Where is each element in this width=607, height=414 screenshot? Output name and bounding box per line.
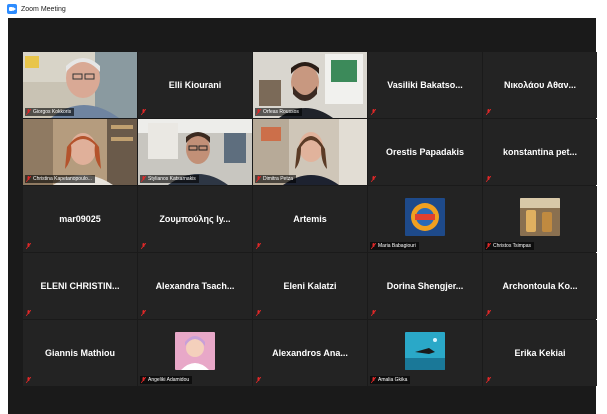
participant-tile[interactable]: Ζουμπούλης Iy...: [138, 186, 252, 252]
participant-tile[interactable]: Artemis: [253, 186, 367, 252]
participant-tile[interactable]: Elli Kiourani: [138, 52, 252, 118]
mic-muted-icon: [371, 377, 376, 383]
participant-name: Alexandros Ana...: [272, 348, 348, 358]
participant-name: Archontoula Ko...: [502, 281, 578, 291]
profile-picture: [175, 332, 215, 370]
mic-muted-icon: [256, 377, 261, 383]
participant-name-label: Angeliki Adamidou: [140, 376, 193, 384]
participant-name: Alexandra Tsach...: [155, 281, 235, 291]
participant-tile[interactable]: Maria Babagiouri: [368, 186, 482, 252]
participant-name: Vasiliki Bakatso...: [387, 80, 463, 90]
mic-muted-icon: [256, 176, 261, 182]
mic-muted-icon: [486, 310, 491, 316]
participant-tile[interactable]: ELENI CHRISTIN...: [23, 253, 137, 319]
participant-name: Giannis Mathiou: [44, 348, 115, 358]
participant-tile[interactable]: Vasiliki Bakatso...: [368, 52, 482, 118]
participant-name-label: Giorgos Kokkoris: [25, 108, 75, 116]
participant-tile[interactable]: mar09025: [23, 186, 137, 252]
mic-muted-icon: [141, 310, 146, 316]
profile-picture: [405, 198, 445, 236]
mic-muted-icon: [141, 377, 146, 383]
mic-muted-icon: [486, 377, 491, 383]
participant-name-label: Maria Babagiouri: [370, 242, 419, 250]
mic-muted-icon: [141, 243, 146, 249]
participant-tile[interactable]: Amalia Gkika: [368, 320, 482, 386]
participant-name: Erika Kekiai: [514, 348, 566, 358]
participant-tile[interactable]: Νικολάου Αθαν...: [483, 52, 597, 118]
meeting-stage: Giorgos Kokkoris Elli Kiourani Orfeas Ro…: [8, 18, 597, 414]
participant-tile[interactable]: Christina Kapetanopoulo...: [23, 119, 137, 185]
participant-tile[interactable]: Stylianos Katsarnakis: [138, 119, 252, 185]
participant-name: konstantina pet...: [502, 147, 577, 157]
mic-muted-icon: [256, 243, 261, 249]
participant-name: Ζουμπούλης Iy...: [159, 214, 231, 224]
participant-tile[interactable]: konstantina pet...: [483, 119, 597, 185]
participant-tile[interactable]: Orestis Papadakis: [368, 119, 482, 185]
participant-tile[interactable]: Archontoula Ko...: [483, 253, 597, 319]
participant-name: Dorina Shengjer...: [386, 281, 464, 291]
participant-name: ELENI CHRISTIN...: [40, 281, 120, 291]
mic-muted-icon: [26, 377, 31, 383]
participant-tile[interactable]: Dorina Shengjer...: [368, 253, 482, 319]
participant-name-label: Christina Kapetanopoulo...: [25, 175, 95, 183]
window-titlebar: Zoom Meeting: [0, 0, 607, 18]
mic-muted-icon: [486, 176, 491, 182]
participant-name: mar09025: [59, 214, 101, 224]
mic-muted-icon: [26, 310, 31, 316]
zoom-app-icon: [7, 4, 17, 14]
participant-tile[interactable]: Alexandros Ana...: [253, 320, 367, 386]
participant-tile[interactable]: Angeliki Adamidou: [138, 320, 252, 386]
mic-muted-icon: [486, 243, 491, 249]
participant-tile[interactable]: Erika Kekiai: [483, 320, 597, 386]
participant-name-label: Dimitra Petza: [255, 175, 297, 183]
participant-name: Elli Kiourani: [168, 80, 222, 90]
participant-name-label: Stylianos Katsarnakis: [140, 175, 199, 183]
profile-picture: [405, 332, 445, 370]
participant-name-label: Amalia Gkika: [370, 376, 411, 384]
participant-name: Artemis: [293, 214, 327, 224]
gallery-grid: Giorgos Kokkoris Elli Kiourani Orfeas Ro…: [23, 52, 597, 386]
participant-name-label: Christos Tsimpas: [485, 242, 534, 250]
mic-muted-icon: [486, 109, 491, 115]
participant-tile[interactable]: Dimitra Petza: [253, 119, 367, 185]
mic-muted-icon: [256, 109, 261, 115]
mic-muted-icon: [371, 243, 376, 249]
participant-name: Orestis Papadakis: [385, 147, 465, 157]
mic-muted-icon: [371, 109, 376, 115]
participant-tile[interactable]: Orfeas Roussos: [253, 52, 367, 118]
participant-tile[interactable]: Giorgos Kokkoris: [23, 52, 137, 118]
mic-muted-icon: [26, 176, 31, 182]
mic-muted-icon: [26, 109, 31, 115]
profile-picture: [520, 198, 560, 236]
participant-tile[interactable]: Eleni Kalatzi: [253, 253, 367, 319]
mic-muted-icon: [141, 109, 146, 115]
participant-name: Eleni Kalatzi: [283, 281, 337, 291]
mic-muted-icon: [256, 310, 261, 316]
mic-muted-icon: [26, 243, 31, 249]
participant-name-label: Orfeas Roussos: [255, 108, 302, 116]
participant-name: Νικολάου Αθαν...: [504, 80, 576, 90]
participant-tile[interactable]: Giannis Mathiou: [23, 320, 137, 386]
mic-muted-icon: [371, 176, 376, 182]
window-title: Zoom Meeting: [21, 5, 66, 13]
mic-muted-icon: [371, 310, 376, 316]
participant-tile[interactable]: Alexandra Tsach...: [138, 253, 252, 319]
mic-muted-icon: [141, 176, 146, 182]
participant-tile[interactable]: Christos Tsimpas: [483, 186, 597, 252]
